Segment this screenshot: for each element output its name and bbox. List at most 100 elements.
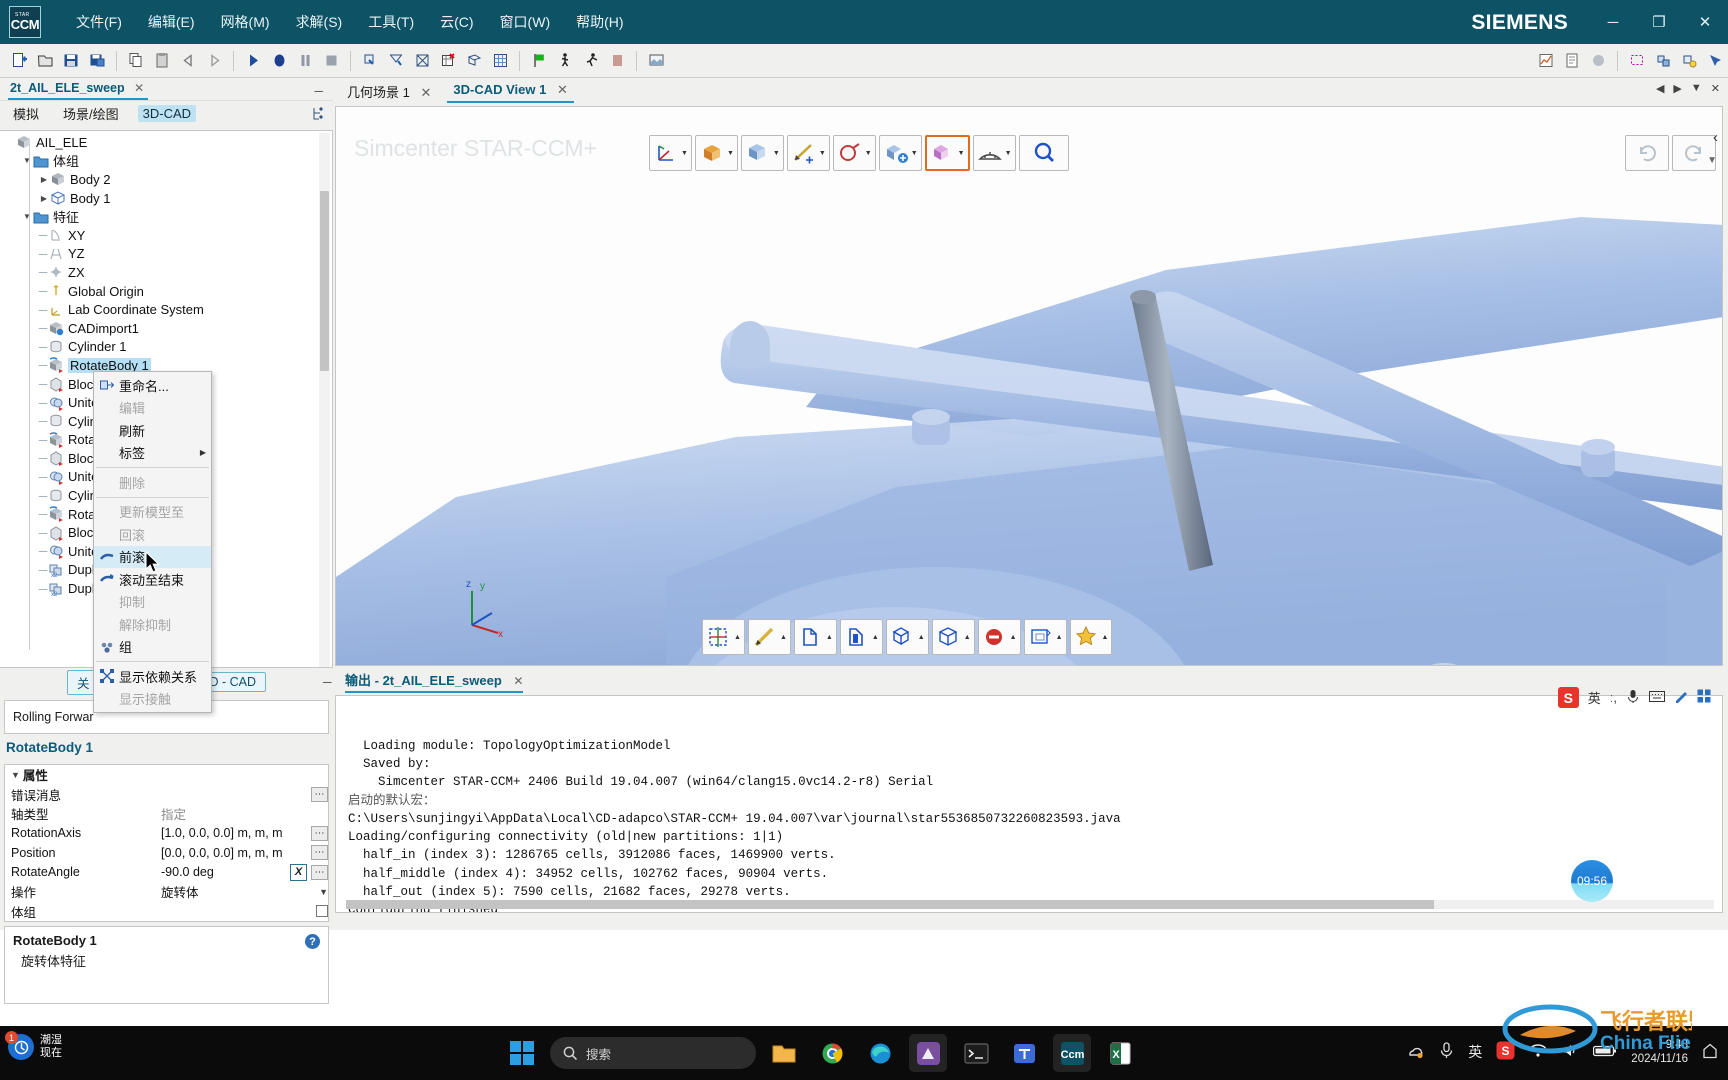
tab-geometry-scene[interactable]: 几何场景 1 ✕ (341, 79, 437, 104)
chevron-up-icon[interactable]: ▲ (964, 634, 971, 641)
tree-item-ail-ele[interactable]: AIL_ELE (0, 133, 332, 152)
measure-button[interactable]: ▼ (972, 135, 1016, 171)
property-dropdown-icon[interactable]: ▼ (319, 887, 328, 897)
monitor-icon[interactable] (1586, 49, 1610, 73)
favorites-button[interactable]: ▲ (1069, 619, 1113, 655)
tray-mic-icon[interactable] (1439, 1042, 1454, 1062)
boolean-tools-button[interactable]: ▼ (924, 135, 970, 171)
chevron-up-icon[interactable]: ▲ (872, 634, 879, 641)
notification-center-icon[interactable] (1702, 1043, 1718, 1062)
chevron-up-icon[interactable]: ▲ (1056, 634, 1063, 641)
property-value[interactable]: 旋转体 (161, 882, 319, 901)
property-row[interactable]: RotationAxis [1.0, 0.0, 0.0] m, m, m ⋯ (5, 824, 328, 844)
tab-simulation[interactable]: 模拟 (8, 103, 44, 124)
coordinate-system-button[interactable]: ▼ (649, 135, 692, 171)
minimize-button[interactable]: ─ (1590, 0, 1636, 44)
taskbar-weather[interactable]: 1 潮湿 现在 (5, 1031, 62, 1060)
chevron-down-icon[interactable]: ▼ (681, 150, 688, 157)
menu-tools[interactable]: 工具(T) (355, 8, 427, 36)
menu-window[interactable]: 窗口(W) (487, 8, 564, 36)
console-hscrollbar[interactable] (346, 900, 1714, 909)
properties-table[interactable]: ▼ 属性 错误消息 ⋯ 轴类型 指定 RotationAxis [1.0, 0.0, 0.… (4, 764, 329, 922)
taskbar-teams[interactable] (1005, 1034, 1043, 1072)
step-icon[interactable] (267, 49, 291, 73)
initialize-icon[interactable] (527, 49, 551, 73)
menu-solve[interactable]: 求解(S) (283, 8, 356, 36)
new-simulation-icon[interactable] (7, 49, 31, 73)
property-value[interactable]: [1.0, 0.0, 0.0] m, m, m (161, 826, 311, 840)
chevron-down-icon[interactable]: ▼ (958, 150, 965, 157)
tree-item--[interactable]: ▼ 体组 (0, 152, 332, 171)
collapse-panel-icon[interactable]: ‹ (1713, 129, 1718, 146)
plot-icon[interactable] (1534, 49, 1558, 73)
tree-expand-icon[interactable]: ▶ (38, 194, 50, 203)
volume-mesh-icon[interactable] (488, 49, 512, 73)
clock-widget[interactable]: 09:56 (1571, 860, 1613, 902)
chevron-down-icon[interactable]: ▼ (773, 150, 780, 157)
property-editor-button[interactable]: ⋯ (311, 864, 328, 880)
tab-close-icon[interactable]: ✕ (1711, 82, 1720, 95)
tab-scenes-plots[interactable]: 场景/绘图 (58, 103, 124, 124)
tree-scrollbar-thumb[interactable] (320, 191, 329, 371)
onedrive-icon[interactable] (1407, 1042, 1425, 1063)
tab-3dcad-view-close-icon[interactable]: ✕ (557, 82, 568, 97)
taskbar-chrome[interactable] (813, 1034, 851, 1072)
taskbar-excel[interactable]: X (1101, 1034, 1139, 1072)
pen-icon[interactable] (1674, 689, 1688, 706)
property-editor-button[interactable]: ⋯ (311, 786, 328, 802)
tree-filter-icon[interactable] (310, 106, 325, 121)
import-surface-icon[interactable] (358, 49, 382, 73)
part-select-icon[interactable] (1651, 49, 1675, 73)
context-menu-item[interactable]: 重命名... (94, 374, 211, 397)
revolve-button[interactable]: ▲ (839, 619, 883, 655)
property-row[interactable]: Position [0.0, 0.0, 0.0] m, m, m ⋯ (5, 843, 328, 863)
start-button[interactable] (503, 1034, 541, 1072)
sketch-tools-button[interactable]: ▼ (786, 135, 830, 171)
mic-icon[interactable] (1626, 689, 1640, 707)
tree-expand-icon[interactable]: ▶ (38, 175, 50, 184)
taskbar-explorer[interactable] (765, 1034, 803, 1072)
ime-language-label[interactable]: 英 (1588, 688, 1601, 707)
property-row[interactable]: 轴类型 指定 (5, 804, 328, 824)
ime-lang-icon[interactable]: 英 (1468, 1042, 1482, 1062)
undo-view-icon[interactable] (1625, 135, 1669, 171)
tab-list-icon[interactable]: ▼ (1691, 82, 1702, 95)
tree-item-cylinder-1[interactable]: ─ Cylinder 1 (0, 338, 332, 357)
chevron-up-icon[interactable]: ▲ (734, 634, 741, 641)
chevron-up-icon[interactable]: ▲ (826, 634, 833, 641)
tab-prev-icon[interactable]: ◀ (1656, 82, 1664, 95)
undo-icon[interactable] (176, 49, 200, 73)
constraints-button[interactable]: ▼ (832, 135, 876, 171)
3d-cad-viewport[interactable]: Simcenter STAR-CCM+ z y x ▼ ▼ ▼ ▼ ▼ ▼ ▼ … (335, 106, 1723, 666)
chevron-down-icon[interactable]: ▼ (865, 150, 872, 157)
help-pointer-icon[interactable] (1703, 49, 1727, 73)
taskbar-terminal[interactable] (957, 1034, 995, 1072)
save-icon[interactable] (59, 49, 83, 73)
collapse-panel-more-icon[interactable]: ▼ (1707, 155, 1717, 166)
surface-repair-icon[interactable] (384, 49, 408, 73)
menu-help[interactable]: 帮助(H) (563, 8, 636, 36)
context-menu-item[interactable]: 组 (94, 636, 211, 659)
tab-next-icon[interactable]: ▶ (1673, 82, 1681, 95)
stop-icon[interactable] (319, 49, 343, 73)
tab-3d-cad[interactable]: 3D-CAD (137, 105, 197, 122)
scene-icon[interactable] (644, 49, 668, 73)
mesh-generate-icon[interactable] (410, 49, 434, 73)
chevron-down-icon[interactable]: ▼ (819, 150, 826, 157)
property-value[interactable]: 指定 (161, 804, 328, 823)
highlight-icon[interactable] (1677, 49, 1701, 73)
stop-run-icon[interactable] (605, 49, 629, 73)
property-value[interactable]: [0.0, 0.0, 0.0] m, m, m (161, 846, 311, 860)
console-hscrollbar-thumb[interactable] (346, 900, 1434, 909)
chevron-down-icon[interactable]: ▼ (727, 150, 734, 157)
context-menu-item[interactable]: 刷新 (94, 419, 211, 442)
tree-collapse-icon[interactable]: ▼ (21, 156, 33, 165)
menu-edit[interactable]: 编辑(E) (135, 8, 208, 36)
menu-file[interactable]: 文件(F) (63, 8, 135, 36)
report-icon[interactable] (1560, 49, 1584, 73)
property-expression-button[interactable]: X (290, 863, 307, 881)
simulation-tab[interactable]: 2t_AIL_ELE_sweep ✕ (8, 80, 149, 100)
select-region-icon[interactable] (1625, 49, 1649, 73)
property-editor-button[interactable]: ⋯ (311, 845, 328, 861)
tree-item-zx[interactable]: ─ ZX (0, 263, 332, 282)
